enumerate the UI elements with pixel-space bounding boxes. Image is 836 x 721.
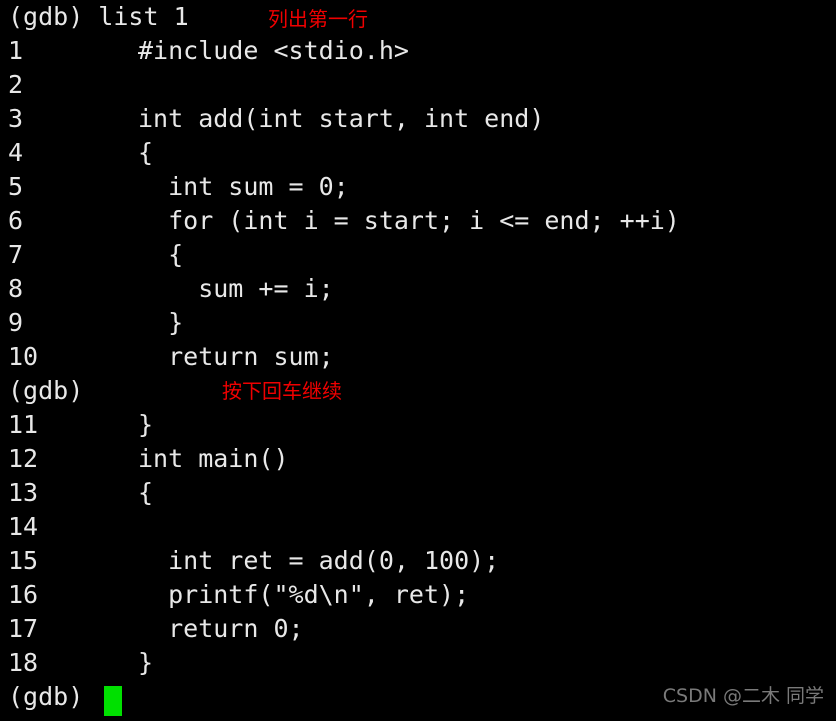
line-code: printf("%d\n", ret); [138, 580, 470, 609]
text-cursor [104, 686, 122, 716]
line-number: 11 [8, 410, 39, 439]
source-line-9: 9 } [0, 306, 836, 340]
line-code: } [138, 648, 154, 677]
command-line-text: (gdb) list 1 [8, 2, 189, 31]
line-code: } [138, 410, 154, 439]
source-line-6: 6 for (int i = start; i <= end; ++i) [0, 204, 836, 238]
line-number: 13 [8, 478, 39, 507]
line-code: { [138, 478, 154, 507]
source-line-11: 11} [0, 408, 836, 442]
source-line-18: 18} [0, 646, 836, 680]
line-number: 10 [8, 342, 39, 371]
line-number: 1 [8, 36, 24, 65]
source-line-5: 5 int sum = 0; [0, 170, 836, 204]
line-code: int add(int start, int end) [138, 104, 545, 133]
line-code: int main() [138, 444, 289, 473]
source-line-17: 17 return 0; [0, 612, 836, 646]
line-number: 16 [8, 580, 39, 609]
source-line-13: 13 { [0, 476, 836, 510]
line-code: #include <stdio.h> [138, 36, 409, 65]
line-number: 5 [8, 172, 24, 201]
source-line-16: 16 printf("%d\n", ret); [0, 578, 836, 612]
line-code: return 0; [138, 614, 304, 643]
source-line-15: 15 int ret = add(0, 100); [0, 544, 836, 578]
line-code: int ret = add(0, 100); [138, 546, 500, 575]
line-code: for (int i = start; i <= end; ++i) [138, 206, 680, 235]
line-number: 6 [8, 206, 24, 235]
source-line-10: 10 return sum; [0, 340, 836, 374]
source-line-8: 8 sum += i; [0, 272, 836, 306]
line-number: 15 [8, 546, 39, 575]
middle-prompt-text: (gdb) [8, 376, 84, 405]
line-number: 12 [8, 444, 39, 473]
line-code: return sum; [138, 342, 334, 371]
line-code: { [138, 138, 154, 167]
csdn-watermark: CSDN @二木 同学 [662, 685, 824, 707]
line-code: } [138, 308, 184, 337]
source-line-3: 3 int add(int start, int end) [0, 102, 836, 136]
command-line: (gdb) list 1 [0, 0, 836, 34]
line-number: 8 [8, 274, 24, 303]
annotation-press-enter: 按下回车继续 [222, 379, 342, 403]
line-code: sum += i; [138, 274, 334, 303]
line-number: 14 [8, 512, 39, 541]
line-number: 17 [8, 614, 39, 643]
line-number: 9 [8, 308, 24, 337]
line-number: 3 [8, 104, 24, 133]
line-number: 4 [8, 138, 24, 167]
line-number: 18 [8, 648, 39, 677]
line-number: 2 [8, 70, 24, 99]
source-line-7: 7 { [0, 238, 836, 272]
line-number: 7 [8, 240, 24, 269]
annotation-list-first-line: 列出第一行 [268, 7, 368, 31]
middle-prompt-line: (gdb) [0, 374, 836, 408]
final-prompt-text: (gdb) [8, 682, 84, 711]
line-code: int sum = 0; [138, 172, 349, 201]
source-line-2: 2 [0, 68, 836, 102]
source-line-12: 12 int main() [0, 442, 836, 476]
line-code: { [138, 240, 184, 269]
source-line-14: 14 [0, 510, 836, 544]
terminal-window[interactable]: (gdb) list 1 1 #include <stdio.h> 2 3 int … [0, 0, 836, 721]
source-line-4: 4{ [0, 136, 836, 170]
source-line-1: 1 #include <stdio.h> [0, 34, 836, 68]
